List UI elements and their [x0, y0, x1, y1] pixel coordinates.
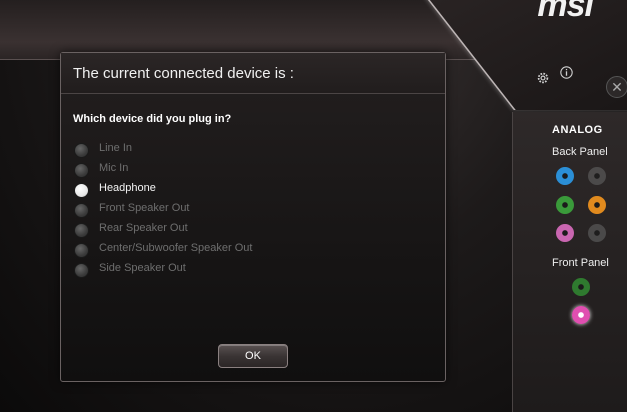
radio-button[interactable]: [74, 203, 89, 218]
radio-button[interactable]: [74, 143, 89, 158]
device-select-dialog: The current connected device is : Which …: [60, 52, 446, 382]
front-jack-pink[interactable]: [572, 306, 590, 324]
msi-logo: msi: [537, 0, 594, 24]
analog-side-panel: ANALOG Back Panel Front Panel: [512, 112, 627, 412]
close-icon[interactable]: ✕: [606, 76, 627, 98]
device-option-label: Front Speaker Out: [99, 202, 190, 214]
device-option-label: Mic In: [99, 162, 129, 174]
device-option-label: Center/Subwoofer Speaker Out: [99, 242, 253, 254]
device-option[interactable]: Headphone: [74, 182, 334, 198]
device-option-label: Headphone: [99, 182, 156, 194]
back-jack-blue[interactable]: [556, 167, 574, 185]
radio-button[interactable]: [74, 183, 89, 198]
back-jack-gray-1[interactable]: [588, 167, 606, 185]
radio-button[interactable]: [74, 223, 89, 238]
radio-button[interactable]: [74, 263, 89, 278]
device-option-label: Line In: [99, 142, 133, 154]
gear-icon[interactable]: [536, 71, 550, 85]
device-option[interactable]: Side Speaker Out: [74, 262, 334, 278]
device-option-label: Side Speaker Out: [99, 262, 186, 274]
back-jack-pink[interactable]: [556, 224, 574, 242]
dialog-title: The current connected device is :: [73, 65, 294, 82]
back-jack-gray-2[interactable]: [588, 224, 606, 242]
back-jack-green[interactable]: [556, 196, 574, 214]
dialog-header: The current connected device is :: [61, 53, 445, 94]
device-option[interactable]: Rear Speaker Out: [74, 222, 334, 238]
device-question: Which device did you plug in?: [73, 113, 232, 125]
ok-button[interactable]: OK: [218, 344, 288, 368]
radio-button[interactable]: [74, 243, 89, 258]
back-panel-label: Back Panel: [552, 146, 608, 158]
device-option[interactable]: Line In: [74, 142, 334, 158]
front-jack-green[interactable]: [572, 278, 590, 296]
device-option[interactable]: Mic In: [74, 162, 334, 178]
device-option[interactable]: Front Speaker Out: [74, 202, 334, 218]
analog-title: ANALOG: [552, 124, 603, 136]
info-icon[interactable]: [560, 66, 573, 79]
front-panel-label: Front Panel: [552, 257, 609, 269]
device-option-label: Rear Speaker Out: [99, 222, 188, 234]
back-jack-orange[interactable]: [588, 196, 606, 214]
device-option[interactable]: Center/Subwoofer Speaker Out: [74, 242, 334, 258]
radio-button[interactable]: [74, 163, 89, 178]
